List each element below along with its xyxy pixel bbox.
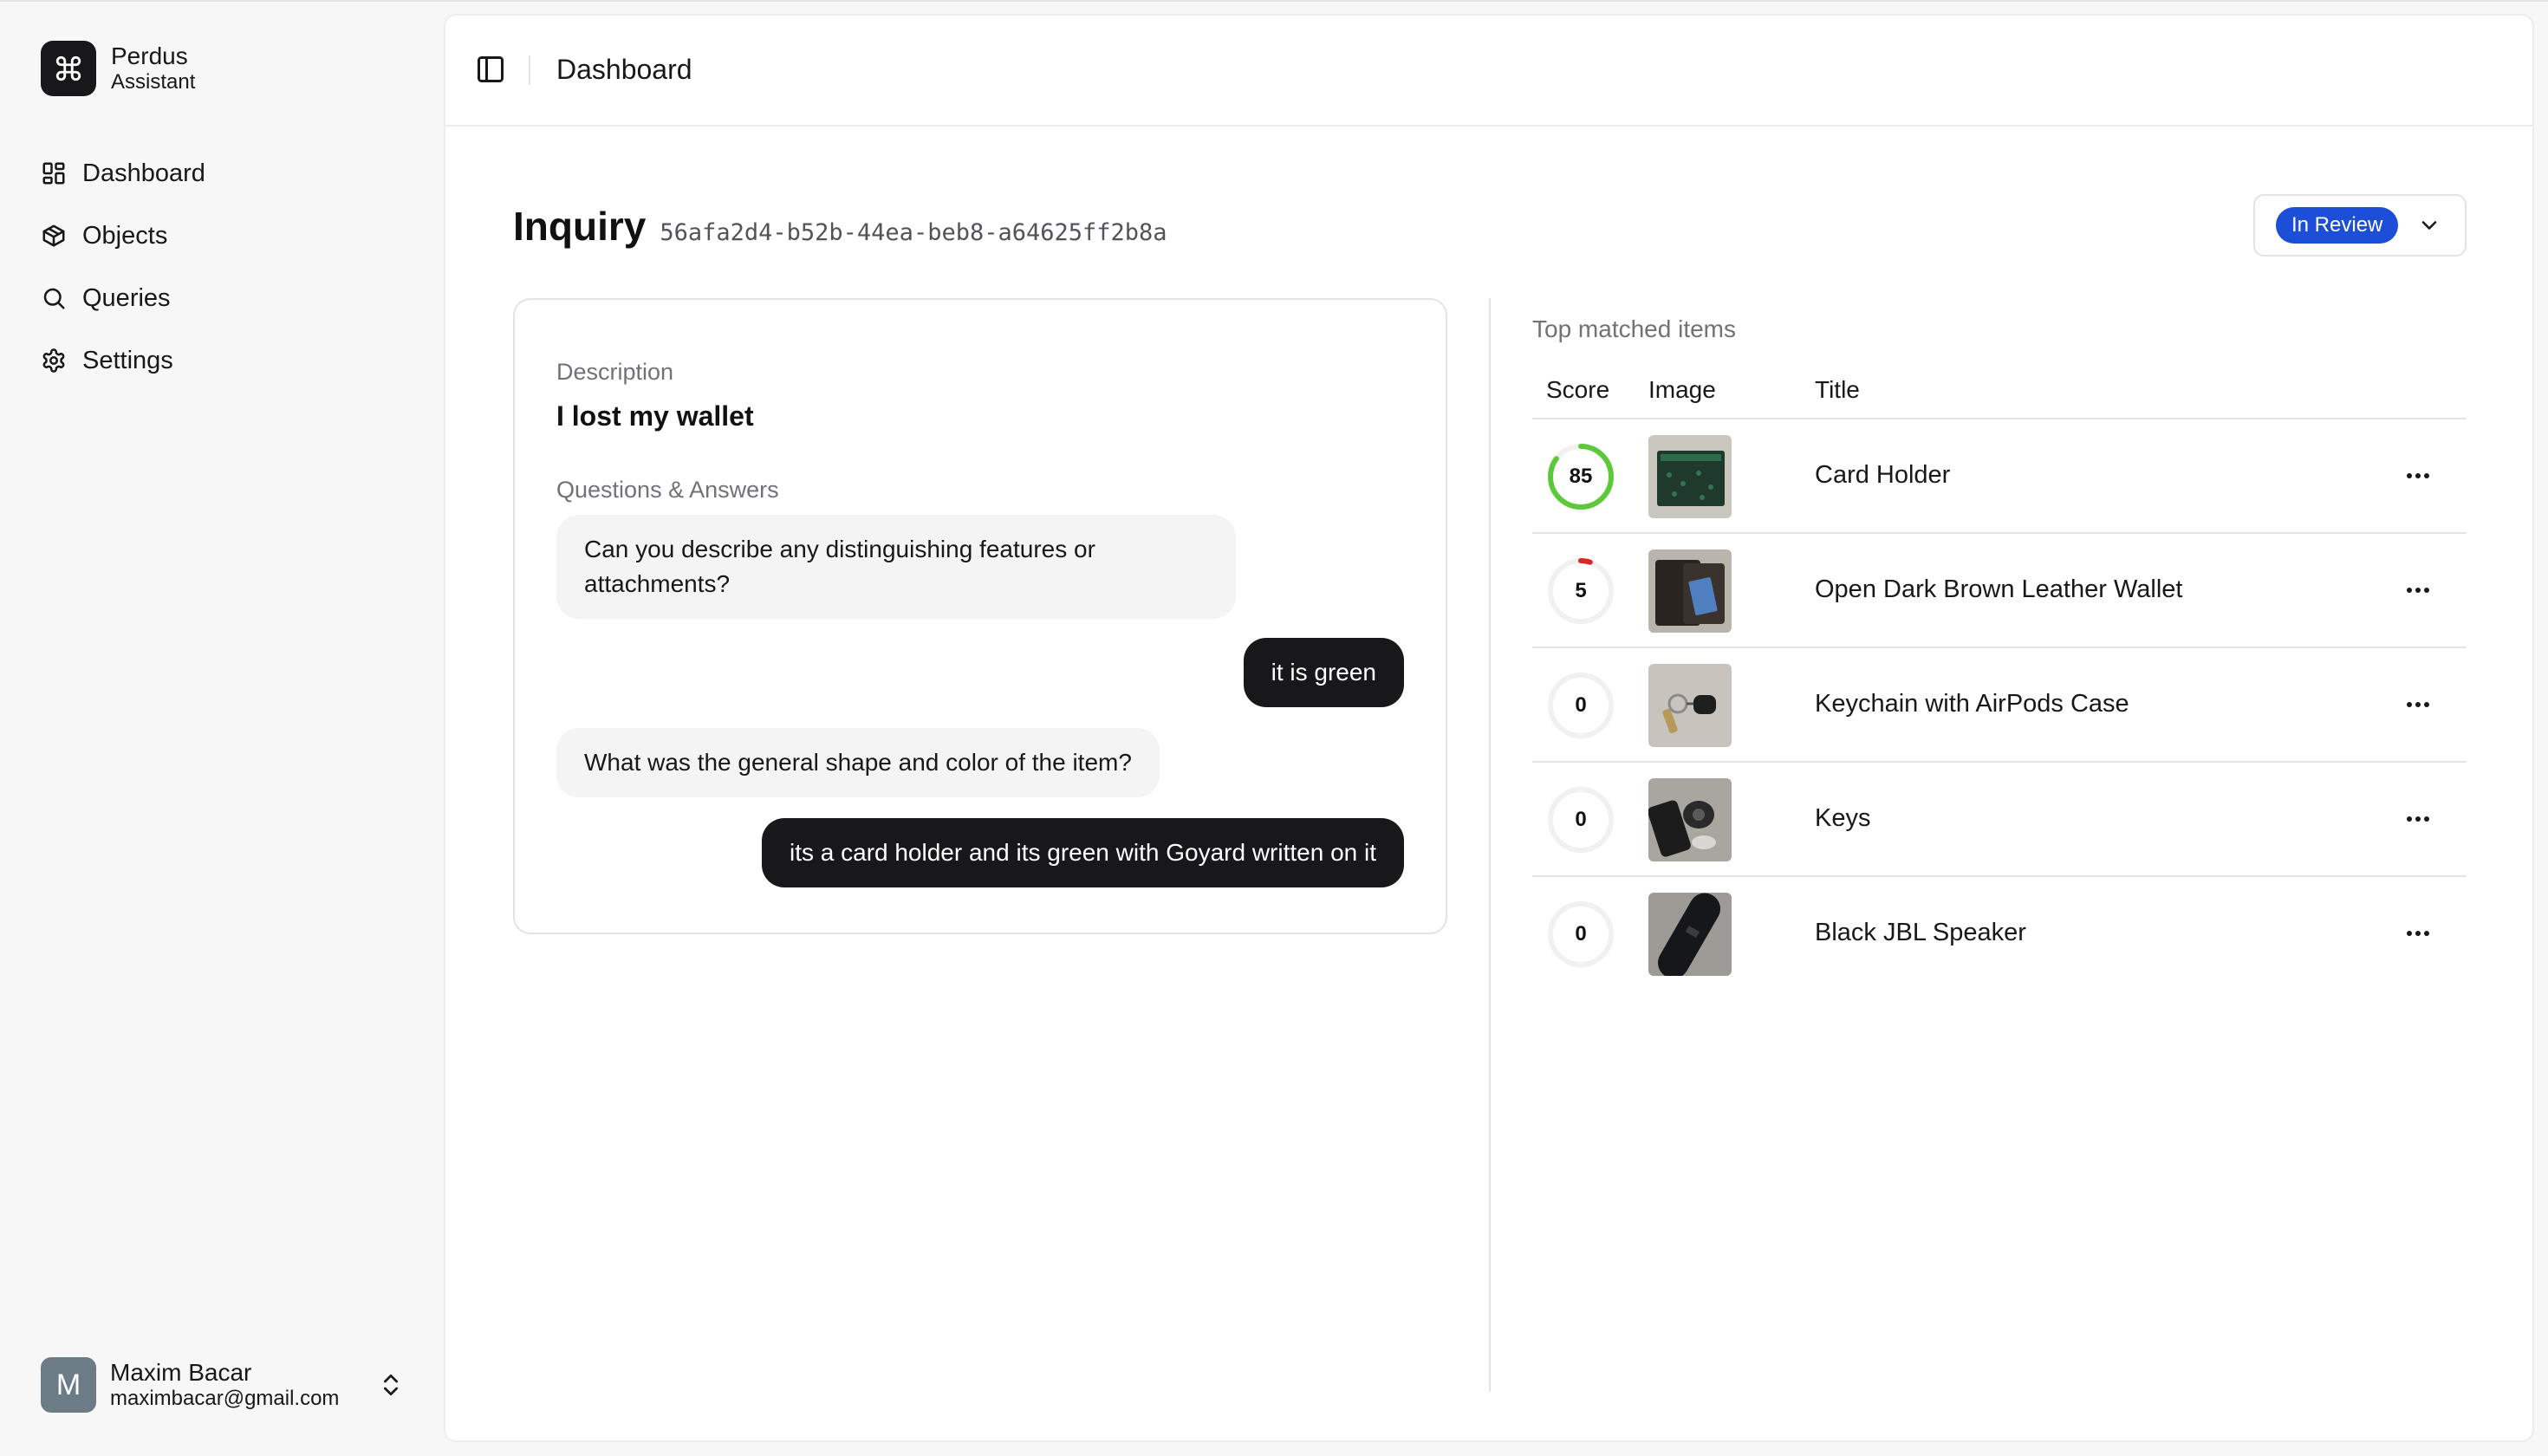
sidebar-nav: Dashboard Objects Queries Settings	[41, 147, 422, 397]
avatar: M	[41, 1357, 96, 1413]
gear-icon	[41, 348, 67, 374]
column-header-image: Image	[1648, 376, 1716, 403]
speaker-photo	[1648, 893, 1732, 976]
description-label: Description	[556, 359, 674, 385]
score-value: 0	[1575, 693, 1587, 717]
description-card: Description I lost my wallet Questions &…	[513, 298, 1447, 934]
inquiry-id: 56afa2d4-b52b-44ea-beb8-a64625ff2b8a	[660, 219, 1167, 246]
dashboard-icon	[41, 160, 67, 186]
wallet-photo	[1648, 549, 1732, 633]
item-title: Card Holder	[1815, 461, 1951, 489]
user-email: maximbacar@gmail.com	[110, 1387, 340, 1410]
brand[interactable]: Perdus Assistant	[41, 41, 195, 96]
table-header: Score Image Title	[1532, 367, 2467, 419]
answer-bubble: it is green	[1243, 638, 1404, 707]
item-title: Keys	[1815, 804, 1871, 832]
sidebar-item-label: Dashboard	[82, 159, 205, 187]
sidebar-item-objects[interactable]: Objects	[41, 210, 422, 262]
matched-items-table: 85 Card Holder 5 Open Dark Brown Leather…	[1532, 419, 2467, 991]
status-select[interactable]: In Review	[2253, 194, 2467, 257]
box-icon	[41, 223, 67, 249]
sidebar-toggle-icon[interactable]	[475, 54, 506, 85]
table-row[interactable]: 0 Keychain with AirPods Case	[1532, 648, 2467, 763]
answer-bubble: its a card holder and its green with Goy…	[761, 818, 1404, 887]
sidebar-item-label: Queries	[82, 283, 171, 312]
column-header-score: Score	[1546, 376, 1610, 403]
app-subtitle: Assistant	[111, 70, 196, 94]
inquiry-heading: Inquiry 56afa2d4-b52b-44ea-beb8-a64625ff…	[513, 203, 1167, 250]
sidebar-item-label: Settings	[82, 346, 173, 374]
score-value: 5	[1575, 579, 1587, 602]
item-title: Keychain with AirPods Case	[1815, 690, 2129, 718]
item-title: Black JBL Speaker	[1815, 919, 2026, 946]
table-row[interactable]: 0 Keys	[1532, 763, 2467, 877]
table-row[interactable]: 5 Open Dark Brown Leather Wallet	[1532, 534, 2467, 648]
more-options-icon[interactable]	[2401, 577, 2435, 603]
inquiry-label: Inquiry	[513, 204, 647, 249]
command-icon	[41, 41, 96, 96]
page-title: Dashboard	[556, 54, 692, 85]
more-options-icon[interactable]	[2401, 692, 2435, 718]
app-name: Perdus	[111, 42, 188, 69]
table-row[interactable]: 0 Black JBL Speaker	[1532, 877, 2467, 991]
score-ring: 85	[1546, 442, 1615, 511]
card-holder-photo	[1648, 435, 1732, 518]
keys-photo	[1648, 778, 1732, 861]
search-icon	[41, 285, 67, 311]
more-options-icon[interactable]	[2401, 920, 2435, 946]
user-name: Maxim Bacar	[110, 1359, 252, 1386]
user-menu[interactable]: M Maxim Bacar maximbacar@gmail.com	[41, 1357, 405, 1413]
sidebar-item-settings[interactable]: Settings	[41, 335, 422, 387]
table-row[interactable]: 85 Card Holder	[1532, 419, 2467, 534]
sidebar-item-dashboard[interactable]: Dashboard	[41, 147, 422, 199]
topbar: Dashboard	[445, 16, 2532, 127]
main-panel: Dashboard Inquiry 56afa2d4-b52b-44ea-beb…	[444, 14, 2534, 1442]
status-badge: In Review	[2276, 207, 2399, 244]
keychain-photo	[1648, 664, 1732, 747]
more-options-icon[interactable]	[2401, 463, 2435, 489]
column-header-title: Title	[1815, 376, 1860, 403]
item-title: Open Dark Brown Leather Wallet	[1815, 575, 2183, 603]
matched-items-title: Top matched items	[1532, 315, 1736, 342]
score-value: 85	[1569, 465, 1593, 488]
qa-label: Questions & Answers	[556, 477, 779, 503]
sidebar-item-label: Objects	[82, 221, 168, 250]
description-text: I lost my wallet	[556, 400, 754, 432]
score-ring: 0	[1546, 785, 1615, 855]
sidebar: Perdus Assistant Dashboard Objects Queri…	[0, 0, 444, 1456]
score-value: 0	[1575, 808, 1587, 831]
more-options-icon[interactable]	[2401, 806, 2435, 832]
question-bubble: Can you describe any distinguishing feat…	[556, 515, 1236, 619]
score-ring: 5	[1546, 556, 1615, 626]
score-value: 0	[1575, 922, 1587, 946]
sidebar-item-queries[interactable]: Queries	[41, 272, 422, 324]
score-ring: 0	[1546, 671, 1615, 740]
chevrons-up-down-icon[interactable]	[377, 1371, 405, 1399]
chevron-down-icon	[2417, 213, 2441, 237]
column-divider	[1489, 298, 1491, 1392]
score-ring: 0	[1546, 900, 1615, 969]
question-bubble: What was the general shape and color of …	[556, 728, 1160, 797]
topbar-divider	[529, 55, 530, 85]
